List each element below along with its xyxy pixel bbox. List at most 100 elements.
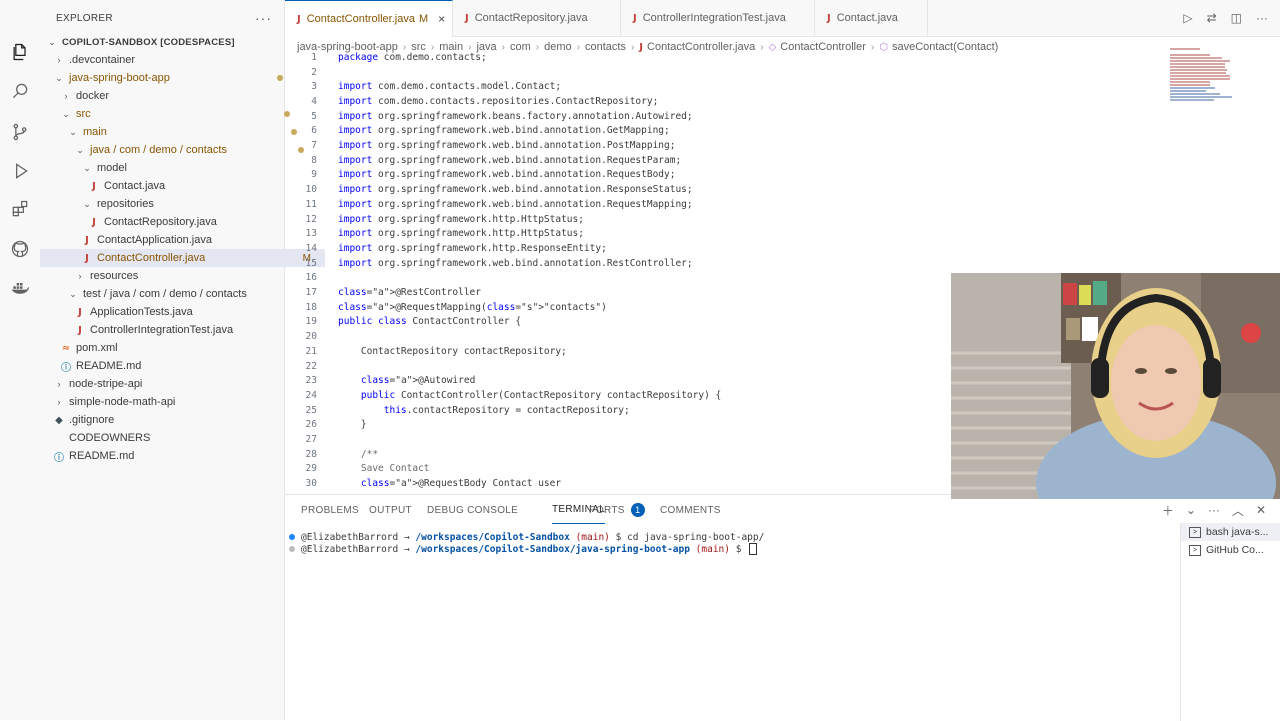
close-tab-icon[interactable]: × [438, 12, 445, 26]
file-item[interactable]: J ApplicationTests.java [40, 303, 318, 321]
more-actions-icon[interactable]: ··· [255, 10, 272, 26]
editor-tab[interactable]: J ControllerIntegrationTest.java [621, 0, 815, 36]
tree-item-label: README.md [76, 360, 142, 372]
code-line: 10 import org.springframework.web.bind.an… [285, 182, 1175, 197]
editor-tab[interactable]: J Contact.java [815, 0, 928, 36]
folder-item[interactable]: › simple-node-math-api [40, 393, 297, 411]
markdown-file-icon: ⓘ [54, 452, 64, 464]
more-actions-icon[interactable]: ··· [1256, 11, 1268, 25]
tree-item-label: resources [90, 270, 139, 282]
panel-tab-ports[interactable]: PORTS 1 [589, 495, 645, 525]
code-text: class="a">@RestController [338, 287, 481, 299]
file-item[interactable]: ⓘ README.md [40, 357, 304, 375]
terminal-cursor [749, 543, 758, 555]
extensions-icon[interactable] [8, 197, 32, 221]
chevron-down-icon[interactable]: ⌄ [81, 199, 93, 210]
line-number: 30 [305, 478, 317, 490]
code-line: 2 [285, 65, 1175, 80]
folder-item[interactable]: › .devcontainer [40, 51, 297, 69]
chevron-down-icon[interactable]: ⌄ [67, 289, 79, 300]
gitignore-file-icon: ◆ [55, 414, 63, 426]
chevron-down-icon[interactable]: ⌄ [67, 127, 79, 138]
run-debug-icon[interactable] [8, 159, 32, 183]
terminal-branch: (main) [569, 531, 610, 543]
code-text: import org.springframework.web.bind.anno… [338, 125, 670, 137]
file-item[interactable]: ◆ .gitignore [40, 411, 297, 429]
chevron-right-icon[interactable]: › [60, 91, 72, 101]
ports-count-badge: 1 [630, 503, 645, 517]
panel-tab-debug-console[interactable]: DEBUG CONSOLE [427, 495, 518, 525]
editor-tab[interactable]: J ContactRepository.java [453, 0, 621, 36]
close-icon[interactable]: ✕ [1256, 503, 1266, 517]
terminal-output[interactable]: @ElizabethBarrord → /workspaces/Copilot-… [289, 531, 764, 555]
code-line: 11 import org.springframework.web.bind.an… [285, 197, 1175, 212]
run-icon[interactable]: ▷ [1183, 11, 1192, 25]
folder-item[interactable]: › node-stripe-api [40, 375, 297, 393]
chevron-down-icon[interactable]: ⌄ [1186, 503, 1196, 517]
code-text: import org.springframework.http.HttpStat… [338, 228, 584, 240]
markdown-file-icon: ⓘ [61, 362, 71, 374]
folder-item[interactable]: ⌄ test / java / com / demo / contacts [40, 285, 311, 303]
activity-bar [0, 0, 41, 720]
tree-item-label: .gitignore [69, 414, 115, 426]
java-file-icon: J [78, 324, 82, 336]
terminal-instance[interactable]: > bash java-s... [1181, 523, 1280, 541]
file-item[interactable]: J ContactController.java M [40, 249, 325, 267]
minimap[interactable] [1170, 48, 1240, 128]
workspace-root[interactable]: ⌄ COPILOT-SANDBOX [CODESPACES] [40, 33, 290, 51]
tab-label: ContactRepository.java [474, 12, 588, 24]
chevron-right-icon[interactable]: › [53, 55, 65, 65]
terminal-path: /workspaces/Copilot-Sandbox [415, 531, 570, 543]
folder-item[interactable]: › docker [40, 87, 304, 105]
terminal-instance[interactable]: > GitHub Co... [1181, 541, 1280, 559]
tree-item-label: repositories [97, 198, 154, 210]
more-actions-icon[interactable]: ··· [1208, 503, 1220, 517]
file-item[interactable]: ≈ pom.xml [40, 339, 304, 357]
tree-item-label: CODEOWNERS [69, 432, 151, 444]
code-text: package com.demo.contacts; [338, 51, 487, 63]
code-line: 7 import org.springframework.web.bind.ann… [285, 138, 1175, 153]
split-editor-icon[interactable]: ◫ [1231, 11, 1242, 25]
command-status-icon[interactable] [289, 534, 295, 540]
chevron-right-icon[interactable]: › [74, 271, 86, 281]
chevron-down-icon[interactable]: ⌄ [46, 37, 58, 48]
chevron-down-icon[interactable]: ⌄ [60, 109, 72, 120]
folder-item[interactable]: ⌄ repositories [40, 195, 325, 213]
compare-changes-icon[interactable]: ⇄ [1207, 11, 1217, 25]
folder-item[interactable]: ⌄ model [40, 159, 325, 177]
folder-item[interactable]: › resources [40, 267, 318, 285]
folder-item[interactable]: ⌄ src [40, 105, 304, 123]
terminal-arrow: → [398, 543, 416, 555]
search-icon[interactable] [8, 79, 32, 103]
panel-tab-label: PROBLEMS [301, 504, 359, 516]
file-item[interactable]: CODEOWNERS [40, 429, 297, 447]
folder-item[interactable]: ⌄ java-spring-boot-app [40, 69, 297, 87]
panel-tab-problems[interactable]: PROBLEMS [301, 495, 359, 525]
explorer-icon[interactable] [8, 40, 32, 64]
chevron-down-icon[interactable]: ⌄ [74, 145, 86, 156]
file-item[interactable]: J ControllerIntegrationTest.java [40, 321, 318, 339]
terminal-prompt: $ [609, 531, 628, 543]
code-text: import com.demo.contacts.model.Contact; [338, 81, 562, 93]
source-control-icon[interactable] [8, 120, 32, 144]
file-item[interactable]: J ContactApplication.java [40, 231, 325, 249]
maximize-panel-icon[interactable]: ︿ [1232, 502, 1244, 519]
docker-icon[interactable] [8, 276, 32, 300]
panel-tab-comments[interactable]: COMMENTS [660, 495, 721, 525]
folder-item[interactable]: ⌄ java / com / demo / contacts [40, 141, 318, 159]
command-status-icon[interactable] [289, 546, 295, 552]
chevron-right-icon[interactable]: › [53, 379, 65, 389]
github-icon[interactable] [8, 237, 32, 261]
line-number: 7 [311, 140, 317, 152]
code-text: import org.springframework.http.HttpStat… [338, 213, 584, 225]
new-terminal-icon[interactable]: ＋ [1162, 502, 1174, 519]
chevron-down-icon[interactable]: ⌄ [81, 163, 93, 174]
line-number: 6 [311, 125, 317, 137]
chevron-down-icon[interactable]: ⌄ [53, 73, 65, 84]
panel-tab-output[interactable]: OUTPUT [369, 495, 412, 525]
java-file-icon: J [85, 252, 89, 264]
editor-tab[interactable]: J ContactController.java M × [285, 0, 453, 37]
chevron-right-icon[interactable]: › [53, 397, 65, 407]
file-item[interactable]: ⓘ README.md [40, 447, 297, 465]
folder-item[interactable]: ⌄ main [40, 123, 311, 141]
